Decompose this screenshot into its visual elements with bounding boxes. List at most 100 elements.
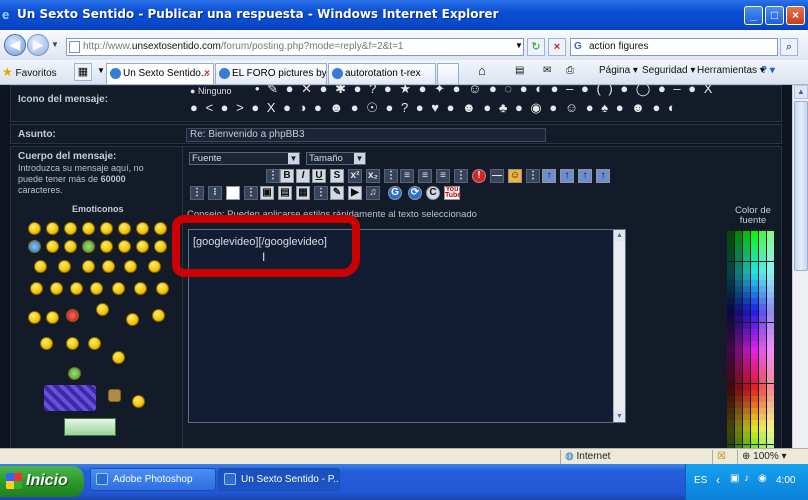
back-button[interactable]: ◀ [4,34,26,56]
color-swatch[interactable] [727,243,734,250]
color-swatch[interactable] [727,316,734,323]
color-swatch[interactable] [767,310,774,317]
color-swatch[interactable] [727,365,734,372]
color-swatch[interactable] [751,231,758,237]
color-swatch[interactable] [759,340,766,347]
color-swatch[interactable] [759,249,766,256]
color-swatch[interactable] [735,377,742,384]
color-swatch[interactable] [767,298,774,305]
home-icon[interactable]: ⌂ [478,63,486,78]
color-swatch[interactable] [743,377,750,384]
align-right-icon[interactable]: ≡ [436,169,450,183]
edit-icon[interactable]: ✎ [330,186,344,200]
color-swatch[interactable] [727,340,734,347]
color-swatch[interactable] [767,353,774,359]
color-swatch[interactable] [735,322,742,329]
color-swatch[interactable] [743,340,750,347]
color-swatch[interactable] [727,255,734,262]
color-swatch[interactable] [759,346,766,353]
refresh-icon[interactable]: ↻ [527,38,545,56]
color-swatch[interactable] [759,237,766,244]
color-swatch[interactable] [759,389,766,396]
color-swatch[interactable] [751,267,758,274]
stream-icon[interactable]: ⟳ [408,186,422,200]
color-swatch[interactable] [735,292,742,298]
video-icon[interactable]: ▶ [348,186,362,200]
color-swatch[interactable] [727,322,734,329]
forward-button[interactable]: ▶ [27,34,49,56]
icon-none-option[interactable]: ● Ninguno [190,86,231,96]
color-swatch[interactable] [727,438,734,445]
color-swatch[interactable] [751,340,758,347]
minimize-button[interactable]: _ [744,6,763,25]
smiley-icon[interactable] [134,282,147,295]
color-swatch[interactable] [751,304,758,311]
color-swatch[interactable] [759,285,766,292]
color-swatch[interactable] [751,255,758,262]
upload-image-icon[interactable]: ↑ [560,169,574,183]
color-swatch[interactable] [767,304,774,311]
security-icon[interactable]: ◉ [758,473,767,484]
audio-icon[interactable]: ♫ [366,186,380,200]
smiley-tool-icon[interactable]: ☺ [508,169,522,183]
feeds-icon[interactable]: ▤ [515,65,524,76]
color-swatch[interactable] [751,420,758,427]
taskbar-item-ie[interactable]: Un Sexto Sentido - P... [218,468,340,491]
color-swatch[interactable] [751,353,758,359]
smiley-icon[interactable] [64,222,77,235]
color-swatch[interactable] [727,298,734,305]
color-swatch[interactable] [767,334,774,341]
color-swatch[interactable] [743,407,750,414]
color-swatch[interactable] [735,304,742,311]
color-swatch[interactable] [759,365,766,372]
scroll-up-icon[interactable]: ▲ [794,85,808,99]
color-swatch[interactable] [759,407,766,414]
color-swatch[interactable] [735,243,742,250]
color-swatch[interactable] [759,353,766,359]
horizontal-rule-icon[interactable]: ― [490,169,504,183]
color-swatch[interactable] [759,359,766,366]
color-swatch[interactable] [751,243,758,250]
smiley-icon[interactable] [58,260,71,273]
table-icon[interactable]: ▦ [296,186,310,200]
color-swatch[interactable] [751,383,758,390]
color-swatch[interactable] [759,316,766,323]
history-dropdown-icon[interactable]: ▼ [51,40,59,49]
color-swatch[interactable] [727,407,734,414]
color-swatch[interactable] [727,273,734,280]
color-swatch[interactable] [767,371,774,378]
superscript-icon[interactable]: x² [348,169,362,183]
color-swatch[interactable] [767,407,774,414]
color-swatch[interactable] [759,371,766,378]
subject-input[interactable]: Re: Bienvenido a phpBB3 [186,128,546,142]
print-icon[interactable]: ⎙ [566,65,574,76]
page-scrollbar[interactable]: ▲ ▼ [792,85,808,464]
dailymotion-icon[interactable]: C [426,186,440,200]
color-swatch[interactable] [767,316,774,323]
color-swatch[interactable] [735,231,742,237]
security-menu[interactable]: Seguridad ▾ [642,65,695,76]
smiley-icon[interactable] [88,337,101,350]
page-menu[interactable]: Página ▾ [599,65,638,76]
happy-birthday-icon[interactable] [44,385,96,411]
color-swatch[interactable] [727,401,734,408]
smiley-icon[interactable] [34,260,47,273]
color-swatch[interactable] [767,420,774,427]
zoom-control[interactable]: ⊕ 100% ▾ [737,450,797,464]
color-swatch[interactable] [759,273,766,280]
image-icon[interactable]: ▣ [260,186,274,200]
smiley-icon[interactable] [154,240,167,253]
smiley-icon[interactable] [28,311,41,324]
color-swatch[interactable] [751,334,758,341]
color-swatch[interactable] [759,414,766,420]
color-swatch[interactable] [735,255,742,262]
color-swatch[interactable] [751,389,758,396]
stop-sign-icon[interactable]: ! [472,169,486,183]
search-icon[interactable]: ⌕ [780,38,798,56]
color-swatch[interactable] [767,279,774,286]
color-swatch[interactable] [767,292,774,298]
color-swatch[interactable] [727,414,734,420]
color-swatch[interactable] [767,432,774,439]
smiley-icon[interactable] [70,282,83,295]
smiley-icon[interactable] [30,282,43,295]
